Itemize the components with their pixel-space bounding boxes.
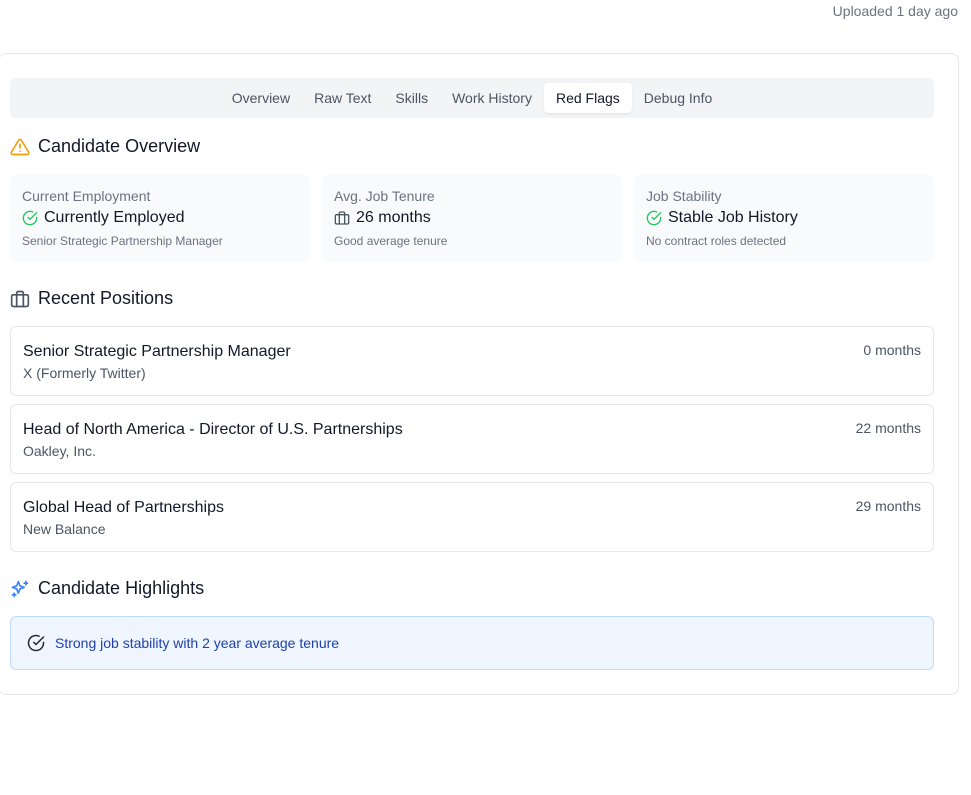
overview-stats: Current Employment Currently Employed Se…: [10, 174, 934, 262]
tab-red-flags[interactable]: Red Flags: [543, 83, 632, 113]
candidate-highlights-heading: Candidate Highlights: [10, 578, 204, 599]
position-title: Head of North America - Director of U.S.…: [23, 421, 403, 438]
briefcase-icon: [334, 211, 350, 225]
section-title: Candidate Overview: [38, 136, 201, 156]
tab-debug-info[interactable]: Debug Info: [632, 83, 725, 113]
position-item[interactable]: Senior Strategic Partnership Manager X (…: [10, 326, 934, 396]
tab-raw-text[interactable]: Raw Text: [302, 83, 383, 113]
stat-value-text: 26 months: [356, 209, 431, 226]
position-company: Oakley, Inc.: [23, 443, 96, 459]
uploaded-timestamp: Uploaded 1 day ago: [832, 3, 958, 19]
sparkles-icon: [11, 580, 29, 597]
highlight-text: Strong job stability with 2 year average…: [55, 635, 340, 651]
position-company: New Balance: [23, 521, 106, 537]
section-title: Recent Positions: [38, 288, 174, 308]
stat-value: 26 months: [334, 209, 610, 227]
stat-label: Avg. Job Tenure: [334, 188, 435, 204]
briefcase-icon: [10, 290, 30, 307]
tab-work-history[interactable]: Work History: [440, 83, 544, 113]
stat-value-text: Stable Job History: [668, 209, 798, 226]
position-duration: 29 months: [855, 498, 921, 514]
position-title: Global Head of Partnerships: [23, 499, 224, 516]
candidate-overview-heading: Candidate Overview: [10, 136, 200, 157]
stat-current-employment: Current Employment Currently Employed Se…: [10, 174, 310, 262]
stat-subtext: No contract roles detected: [646, 234, 787, 248]
tab-overview[interactable]: Overview: [220, 83, 302, 113]
position-item[interactable]: Global Head of Partnerships New Balance …: [10, 482, 934, 552]
highlight-item: Strong job stability with 2 year average…: [10, 616, 934, 670]
recent-positions-heading: Recent Positions: [10, 288, 173, 309]
check-circle-icon: [27, 634, 45, 652]
stat-job-stability: Job Stability Stable Job History No cont…: [634, 174, 934, 262]
position-duration: 22 months: [855, 420, 921, 436]
section-title: Candidate Highlights: [38, 578, 205, 598]
stat-subtext: Senior Strategic Partnership Manager: [22, 234, 223, 248]
stat-value: Currently Employed: [22, 209, 298, 227]
position-duration: 0 months: [863, 342, 921, 358]
stat-label: Current Employment: [22, 188, 151, 204]
stat-label: Job Stability: [646, 188, 722, 204]
check-circle-icon: [646, 210, 662, 226]
warning-icon: [10, 138, 30, 155]
positions-list: Senior Strategic Partnership Manager X (…: [10, 326, 934, 560]
stat-value-text: Currently Employed: [44, 209, 185, 226]
position-item[interactable]: Head of North America - Director of U.S.…: [10, 404, 934, 474]
check-circle-icon: [22, 210, 38, 226]
stat-value: Stable Job History: [646, 209, 922, 227]
position-company: X (Formerly Twitter): [23, 365, 146, 381]
stat-avg-tenure: Avg. Job Tenure 26 months Good average t…: [322, 174, 622, 262]
position-title: Senior Strategic Partnership Manager: [23, 343, 291, 360]
stat-subtext: Good average tenure: [334, 234, 448, 248]
tab-bar: Overview Raw Text Skills Work History Re…: [10, 78, 934, 118]
tab-skills[interactable]: Skills: [383, 83, 440, 113]
